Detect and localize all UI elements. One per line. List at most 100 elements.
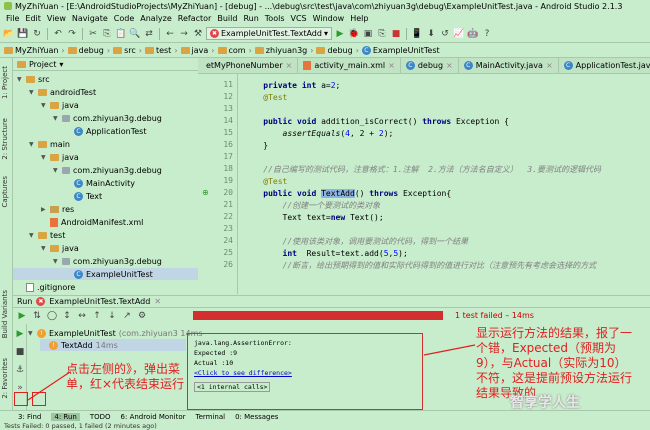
code-line[interactable]: }	[244, 140, 268, 152]
tree-item[interactable]: ▼ androidTest	[29, 86, 96, 98]
sdk-manager-icon[interactable]: ⬇	[425, 28, 437, 40]
project-panel-title[interactable]: Project	[29, 60, 56, 69]
tree-item[interactable]: ▼ test	[29, 229, 65, 241]
menu-build[interactable]: Build	[214, 14, 240, 23]
copy-icon[interactable]: ⎘	[101, 28, 113, 40]
breadcrumb-item[interactable]: debug	[67, 46, 104, 55]
menu-run[interactable]: Run	[240, 14, 261, 23]
cut-icon[interactable]: ✂	[87, 28, 99, 40]
breadcrumb-item[interactable]: src	[113, 46, 136, 55]
chevron-down-icon[interactable]: ▾	[59, 60, 63, 69]
close-icon[interactable]: ×	[388, 61, 395, 70]
breadcrumb-item[interactable]: C ExampleUnitTest	[361, 45, 440, 55]
help-icon[interactable]: ?	[481, 28, 493, 40]
code-line[interactable]: //断言，给出预期得到的值和实际代码得到的值进行对比（注意预先有考虑会选择的方式	[244, 260, 597, 272]
find-icon[interactable]: 🔍	[129, 28, 141, 40]
bottom-tab[interactable]: TODO	[90, 413, 111, 421]
code-editor[interactable]: private int a=2; @Test public void addit…	[240, 74, 650, 294]
breadcrumb-item[interactable]: java	[180, 46, 208, 55]
code-line[interactable]: public void TextAdd() throws Exception{	[244, 188, 451, 200]
chevron-down-icon[interactable]: ▼	[29, 141, 35, 148]
tree-item[interactable]: ▼ java	[41, 151, 79, 163]
debug-icon[interactable]: 🐞	[348, 28, 360, 40]
tree-item[interactable]: ▼ java	[41, 242, 79, 254]
tab-structure[interactable]: 2: Structure	[1, 118, 9, 160]
tree-item[interactable]: C ApplicationTest	[65, 125, 146, 137]
editor-tab[interactable]: CApplicationTest.java×	[558, 58, 650, 73]
tree-item[interactable]: ▼ com.zhiyuan3g.debug	[53, 164, 162, 176]
chevron-right-icon[interactable]: ▶	[41, 206, 47, 213]
tab-project[interactable]: 1: Project	[1, 66, 9, 99]
tree-item[interactable]: ▼ java	[41, 99, 79, 111]
stop-icon[interactable]: ■	[390, 28, 402, 40]
menu-navigate[interactable]: Navigate	[69, 14, 111, 23]
tree-item[interactable]: ▼ com.zhiyuan3g.debug	[53, 112, 162, 124]
build-icon[interactable]: ⚒	[192, 28, 204, 40]
bottom-tab[interactable]: Terminal	[195, 413, 225, 421]
breadcrumb-item[interactable]: MyZhiYuan	[4, 46, 58, 55]
close-icon[interactable]: ×	[546, 61, 553, 70]
chevron-down-icon[interactable]: ▼	[53, 115, 59, 122]
breadcrumb-item[interactable]: test	[144, 46, 171, 55]
code-line[interactable]: //自己编写的测试代码，注意格式：1.注解 2.方法（方法名自定义） 3.要测试…	[244, 164, 601, 176]
bottom-tab[interactable]: 6: Android Monitor	[121, 413, 186, 421]
menu-edit[interactable]: Edit	[22, 14, 44, 23]
chevron-down-icon[interactable]: ▼	[29, 89, 35, 96]
menu-tools[interactable]: Tools	[262, 14, 288, 23]
code-line[interactable]: Text text=new Text();	[244, 212, 384, 224]
undo-icon[interactable]: ↶	[52, 28, 64, 40]
tree-item[interactable]: ▶ res	[41, 203, 74, 215]
coverage-icon[interactable]: ▣	[362, 28, 374, 40]
run-icon[interactable]: ▶	[334, 28, 346, 40]
breadcrumb-item[interactable]: com	[217, 46, 246, 55]
paste-icon[interactable]: 📋	[115, 28, 127, 40]
tree-item[interactable]: .gitignore	[17, 281, 75, 293]
run-test-gutter-icon[interactable]: ⊕	[202, 188, 209, 197]
code-line[interactable]: assertEquals(4, 2 + 2);	[244, 128, 394, 140]
save-icon[interactable]: 💾	[17, 28, 29, 40]
chevron-down-icon[interactable]: ▼	[29, 232, 35, 239]
menu-window[interactable]: Window	[310, 14, 348, 23]
tree-item[interactable]: ▼ com.zhiyuan3g.debug	[53, 255, 162, 267]
attach-icon[interactable]: ⎘	[376, 28, 388, 40]
chevron-down-icon[interactable]: ▼	[53, 258, 59, 265]
chevron-down-icon[interactable]: ▼	[53, 167, 59, 174]
code-line[interactable]: public void addition_isCorrect() throws …	[244, 116, 509, 128]
code-line[interactable]: //使用该类对象，调用要测试的代码，得到一个结果	[244, 236, 469, 248]
tree-item[interactable]: ▼ main	[29, 138, 70, 150]
replace-icon[interactable]: ⇄	[143, 28, 155, 40]
editor-tab[interactable]: C MainActivity.java ×	[458, 58, 559, 73]
device-monitor-icon[interactable]: 📈	[453, 28, 465, 40]
code-line[interactable]: private int a=2;	[244, 80, 340, 92]
code-line[interactable]: @Test	[244, 176, 287, 188]
menu-vcs[interactable]: VCS	[288, 14, 310, 23]
sync-icon[interactable]: ↻	[31, 28, 43, 40]
gradle-sync-icon[interactable]: ↺	[439, 28, 451, 40]
breadcrumb-item[interactable]: debug	[316, 46, 353, 55]
editor-tab[interactable]: activity_main.xml ×	[298, 58, 401, 73]
chevron-down-icon[interactable]: ▼	[41, 245, 47, 252]
code-line[interactable]: //创建一个要测试的类对象	[244, 200, 381, 212]
run-config-select[interactable]: ✖ ExampleUnitTest.TextAdd ▾	[206, 27, 332, 40]
tree-item[interactable]: C MainActivity	[65, 177, 135, 189]
tree-item[interactable]: ▼ src	[17, 73, 50, 85]
menu-help[interactable]: Help	[347, 14, 371, 23]
back-icon[interactable]: ←	[164, 28, 176, 40]
menu-analyze[interactable]: Analyze	[137, 14, 175, 23]
menu-view[interactable]: View	[44, 14, 69, 23]
bottom-tab[interactable]: 0: Messages	[235, 413, 278, 421]
android-icon[interactable]: 🤖	[467, 28, 479, 40]
forward-icon[interactable]: →	[178, 28, 190, 40]
chevron-down-icon[interactable]: ▼	[17, 76, 23, 83]
editor-tab[interactable]: Cdebug ×	[400, 58, 459, 73]
close-icon[interactable]: ×	[286, 61, 293, 70]
bottom-tab[interactable]: 3: Find	[18, 413, 41, 421]
menu-code[interactable]: Code	[111, 14, 137, 23]
menu-refactor[interactable]: Refactor	[175, 14, 215, 23]
code-line[interactable]: int Result=text.add(5,5);	[244, 248, 408, 260]
chevron-down-icon[interactable]: ▼	[41, 154, 47, 161]
menu-file[interactable]: File	[3, 14, 22, 23]
tree-item[interactable]: AndroidManifest.xml	[41, 216, 143, 228]
breadcrumb-item[interactable]: zhiyuan3g	[254, 46, 307, 55]
bottom-tab[interactable]: 4: Run	[51, 412, 80, 421]
